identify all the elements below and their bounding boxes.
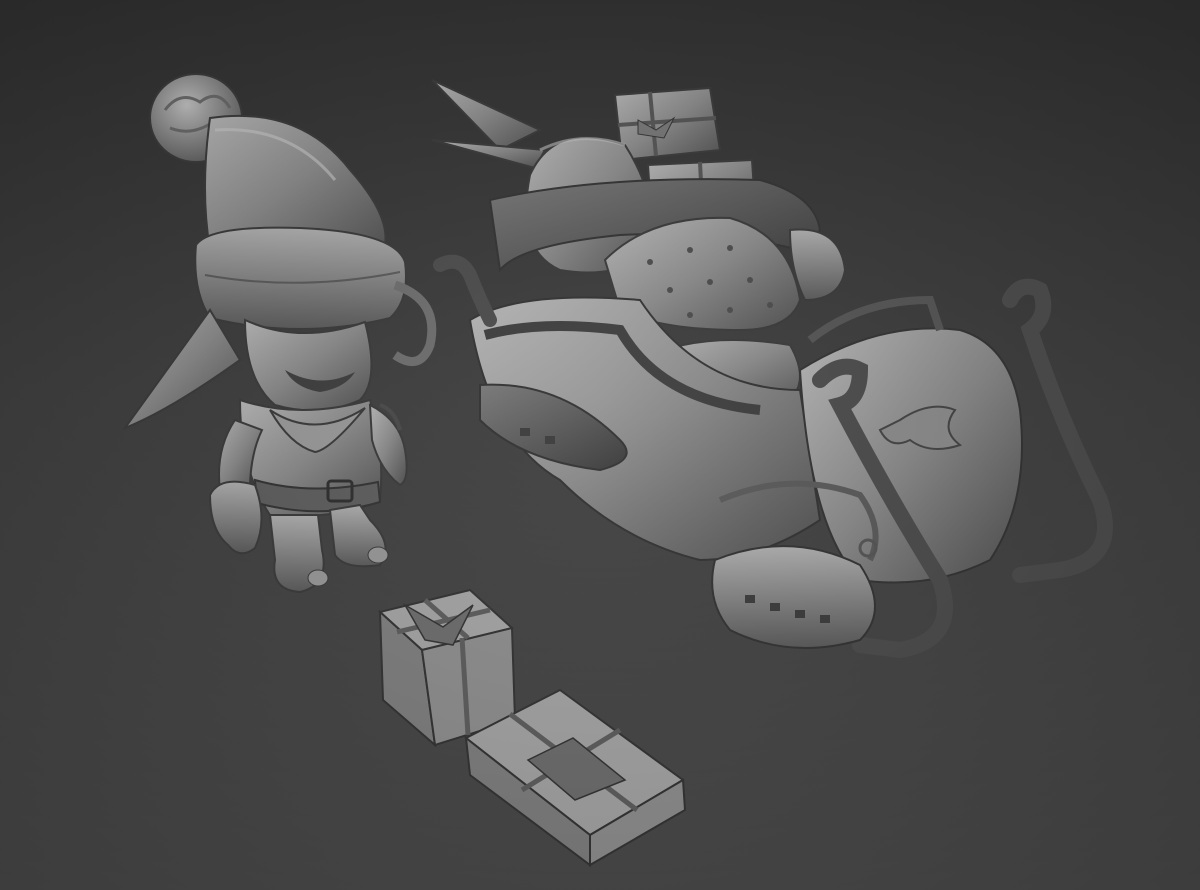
elf-sculpt (122, 73, 437, 594)
sleigh-sculpt (431, 79, 1113, 659)
viewport (0, 0, 1200, 890)
gift-box-sculpt (377, 588, 687, 867)
scene-render (122, 73, 1113, 867)
